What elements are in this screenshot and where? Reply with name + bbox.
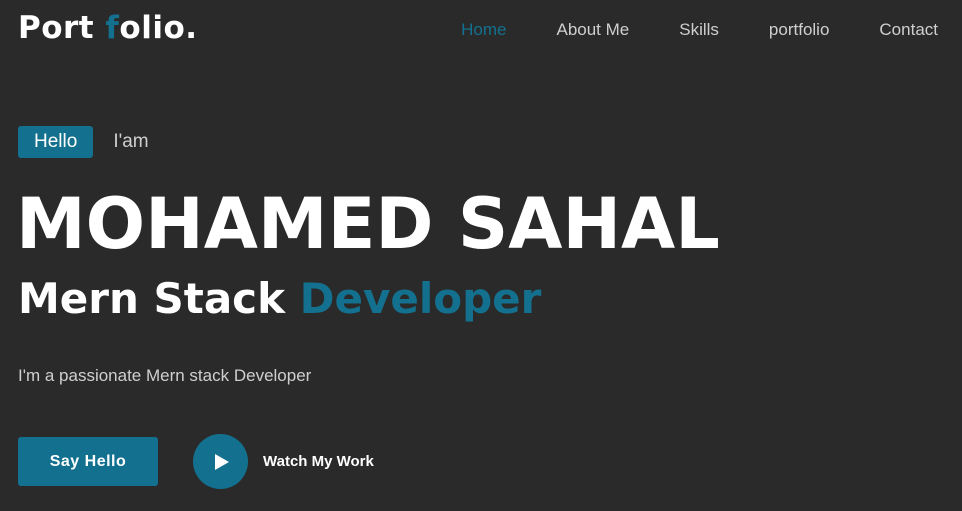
role-accent-text: Developer — [299, 274, 542, 323]
role-text: Mern Stack — [18, 274, 300, 323]
nav-item-skills[interactable]: Skills — [679, 20, 719, 40]
say-hello-button[interactable]: Say Hello — [18, 437, 158, 486]
watch-my-work-label: Watch My Work — [263, 453, 374, 470]
play-icon — [214, 453, 229, 470]
watch-my-work-button[interactable]: Watch My Work — [193, 434, 374, 489]
page: Port folio. Home About Me Skills portfol… — [0, 0, 962, 511]
logo-text-start: Port — [18, 10, 106, 46]
hero-name: MOHAMED SAHAL — [16, 183, 720, 265]
main-nav: Home About Me Skills portfolio Contact — [411, 20, 938, 40]
play-button[interactable] — [193, 434, 248, 489]
nav-item-about-me[interactable]: About Me — [556, 20, 629, 40]
logo-text-end: olio. — [119, 10, 198, 46]
logo-accent-letter: f — [105, 10, 120, 46]
nav-item-portfolio[interactable]: portfolio — [769, 20, 829, 40]
nav-item-home[interactable]: Home — [461, 20, 506, 40]
nav-item-contact[interactable]: Contact — [879, 20, 938, 40]
hero-tagline: I'm a passionate Mern stack Developer — [18, 366, 312, 385]
logo[interactable]: Port folio. — [18, 10, 198, 46]
hero-role: Mern Stack Developer — [18, 272, 541, 326]
greeting: Hello I'am — [18, 126, 149, 158]
iam-text: I'am — [113, 131, 149, 152]
hello-badge: Hello — [18, 126, 94, 158]
